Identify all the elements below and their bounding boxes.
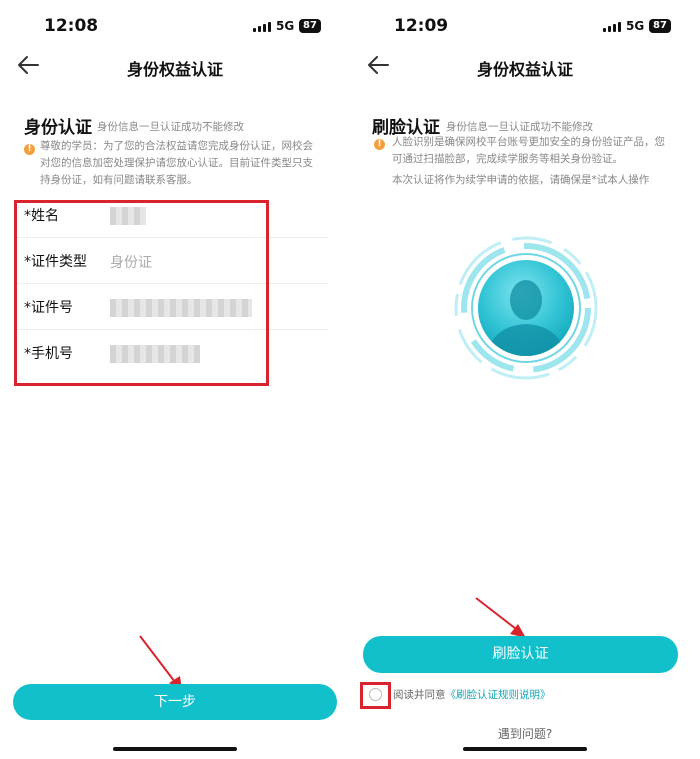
signal-icon bbox=[253, 22, 273, 32]
agreement-prefix: 阅读并同意 bbox=[393, 689, 446, 701]
battery-icon: 87 bbox=[299, 19, 321, 33]
help-link[interactable]: 遇到问题? bbox=[350, 725, 700, 742]
agree-checkbox[interactable] bbox=[369, 688, 382, 701]
identity-form-screen: 12:08 5G 87 身份权益认证 身份认证 身份信息一旦认证成功不能修改 !… bbox=[0, 0, 350, 759]
page-title: 身份权益认证 bbox=[476, 60, 573, 79]
next-step-button[interactable]: 下一步 bbox=[13, 684, 337, 720]
warning-icon: ! bbox=[24, 144, 35, 155]
status-time: 12:09 bbox=[394, 16, 449, 36]
rules-link[interactable]: 《刷脸认证规则说明》 bbox=[446, 689, 551, 701]
annotation-arrow bbox=[139, 635, 182, 690]
face-scan-icon bbox=[454, 236, 598, 380]
notice-line: 人脸识别是确保网校平台账号更加安全的身份验证产品，您 bbox=[392, 136, 665, 148]
section-title: 身份认证 bbox=[24, 118, 92, 138]
network-type: 5G bbox=[626, 19, 645, 33]
notice-line: 尊敬的学员：为了您的合法权益请您完成身份认证，网校会 bbox=[40, 140, 313, 152]
face-auth-screen: 12:09 5G 87 身份权益认证 刷脸认证 身份信息一旦认证成功不能修改 !… bbox=[350, 0, 700, 759]
notice-line: 本次认证将作为续学申请的依据，请确保是*试本人操作 bbox=[392, 174, 650, 186]
face-auth-button[interactable]: 刷脸认证 bbox=[363, 636, 678, 673]
section-subtitle: 身份信息一旦认证成功不能修改 bbox=[97, 121, 244, 133]
notice-text: 尊敬的学员：为了您的合法权益请您完成身份认证，网校会 对您的信息加密处理保护请您… bbox=[40, 138, 313, 189]
home-indicator bbox=[463, 747, 587, 751]
status-time: 12:08 bbox=[44, 16, 99, 36]
notice-text: 人脸识别是确保网校平台账号更加安全的身份验证产品，您 可通过扫描脸部，完成续学服… bbox=[392, 134, 665, 189]
highlight-box bbox=[14, 200, 269, 386]
page-title: 身份权益认证 bbox=[126, 60, 223, 79]
status-bar: 12:09 5G 87 bbox=[350, 14, 700, 38]
battery-icon: 87 bbox=[649, 19, 671, 33]
agreement-text: 阅读并同意《刷脸认证规则说明》 bbox=[393, 687, 551, 702]
section-subtitle: 身份信息一旦认证成功不能修改 bbox=[446, 121, 593, 133]
home-indicator bbox=[113, 747, 237, 751]
signal-icon bbox=[603, 22, 623, 32]
notice-line: 持身份证，如有问题请联系客服。 bbox=[40, 174, 198, 186]
network-type: 5G bbox=[276, 19, 295, 33]
notice-line: 可通过扫描脸部，完成续学服务等相关身份验证。 bbox=[392, 153, 623, 165]
warning-icon: ! bbox=[374, 139, 385, 150]
status-bar: 12:08 5G 87 bbox=[0, 14, 350, 38]
notice-line: 对您的信息加密处理保护请您放心认证。目前证件类型只支 bbox=[40, 157, 313, 169]
